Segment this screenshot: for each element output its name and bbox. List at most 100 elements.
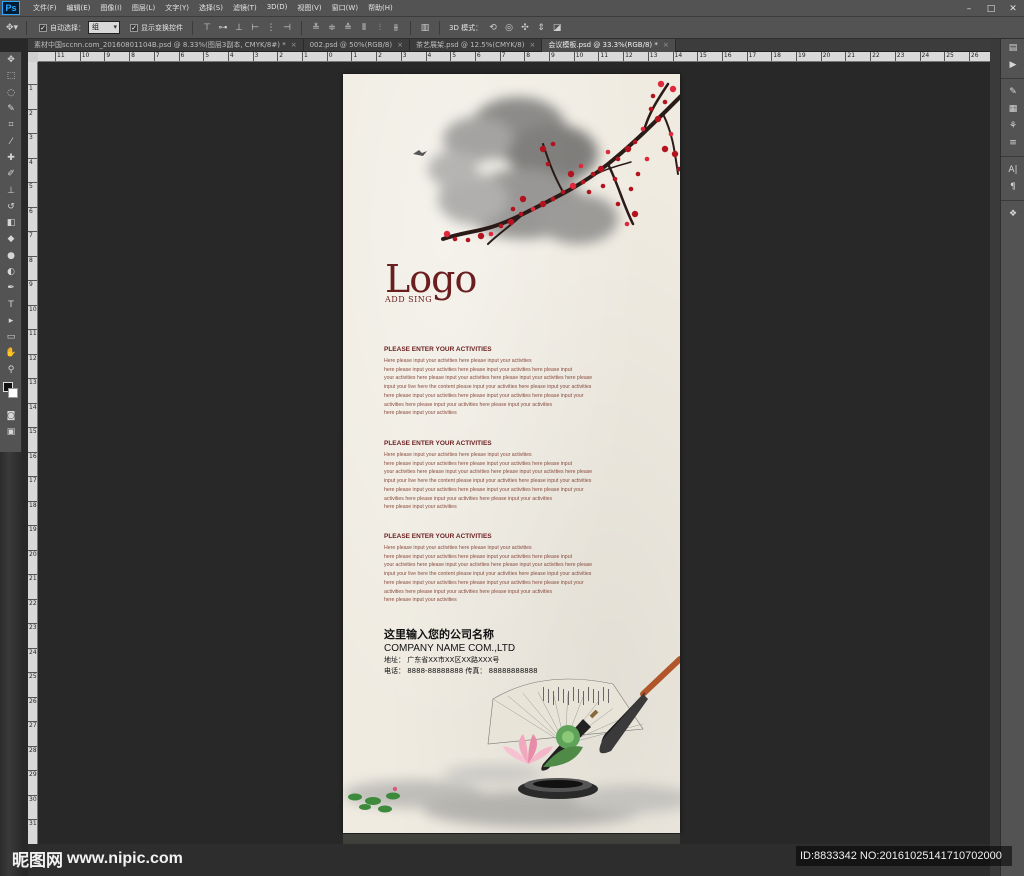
distribute-top-icon[interactable]: ≚ xyxy=(309,21,323,35)
menu-item[interactable]: 文件(F) xyxy=(28,3,62,13)
ruler-tick: 20 xyxy=(28,549,37,558)
section-body-line: activities here please input your activi… xyxy=(384,495,553,502)
distribute-right-icon[interactable]: ⫵ xyxy=(389,21,403,35)
3d-rotate-icon[interactable]: ⟲ xyxy=(486,21,500,35)
clone-stamp-tool-icon[interactable]: ⊥ xyxy=(0,182,22,198)
document-canvas[interactable]: Logo ADD SING PLEASE ENTER YOUR ACTIVITI… xyxy=(343,74,680,833)
history-brush-tool-icon[interactable]: ↺ xyxy=(0,199,22,215)
fan-calligraphy-mark xyxy=(548,689,549,703)
tab-close-icon[interactable]: × xyxy=(663,39,669,52)
menu-item[interactable]: 文字(Y) xyxy=(160,3,194,13)
ruler-tick: 22 xyxy=(28,598,37,607)
auto-select-dropdown[interactable]: 组 xyxy=(88,21,120,34)
section-title: PLEASE ENTER YOUR ACTIVITIES xyxy=(384,533,492,540)
background-color-swatch[interactable] xyxy=(8,387,18,398)
section-body-line: your activities here please input your a… xyxy=(384,562,593,569)
3d-slide-icon[interactable]: ⇕ xyxy=(534,21,548,35)
auto-select-checkbox[interactable]: ✓ xyxy=(39,23,47,32)
ruler-tick: 1 xyxy=(302,52,308,61)
ruler-tick: 10 xyxy=(79,52,89,61)
zoom-tool-icon[interactable]: ⚲ xyxy=(0,362,22,378)
healing-brush-tool-icon[interactable]: ✚ xyxy=(0,150,22,166)
pen-tool-icon[interactable]: ✒ xyxy=(0,280,22,296)
ruler-origin[interactable] xyxy=(28,52,38,62)
screen-mode-icon[interactable]: ▣ xyxy=(0,424,22,440)
dodge-tool-icon[interactable]: ◐ xyxy=(0,264,22,280)
distribute-vcenter-icon[interactable]: ≑ xyxy=(325,21,339,35)
horizontal-ruler[interactable]: 11 10 9 8 7 6 5 4 3 2 1 0 1 2 3 4 5 6 7 8 9 10 11 12 13 14 15 16 17 1… xyxy=(38,52,990,62)
blossom xyxy=(567,170,575,178)
clone-source-icon[interactable]: ⚘ xyxy=(1001,117,1024,134)
menu-item[interactable]: 图像(I) xyxy=(95,3,127,13)
close-button[interactable]: ✕ xyxy=(1002,0,1024,17)
align-right-icon[interactable]: ⊣ xyxy=(280,21,294,35)
ruler-tick: 22 xyxy=(870,52,880,61)
tab-close-icon[interactable]: × xyxy=(291,39,297,52)
lasso-tool-icon[interactable]: ◌ xyxy=(0,85,22,101)
marquee-tool-icon[interactable]: ⬚ xyxy=(0,68,22,84)
history-panel-icon[interactable]: ▤ xyxy=(1001,39,1024,56)
character-panel-icon[interactable]: A| xyxy=(1001,161,1024,178)
blossom xyxy=(657,80,665,88)
menu-item[interactable]: 编辑(E) xyxy=(62,3,96,13)
align-bottom-icon[interactable]: ⊥ xyxy=(232,21,246,35)
3d-scale-icon[interactable]: ◪ xyxy=(550,21,564,35)
adjust-panel-icon[interactable]: ≡ xyxy=(1001,134,1024,151)
distribute-bottom-icon[interactable]: ≙ xyxy=(341,21,355,35)
ruler-tick: 12 xyxy=(28,353,37,362)
ruler-tick: 30 xyxy=(28,794,37,803)
document-tab[interactable]: 茶艺展架.psd @ 12.5%(CMYK/8) × xyxy=(410,39,543,52)
brush-tool-icon[interactable]: ✐ xyxy=(0,166,22,182)
distribute-left-icon[interactable]: ⫴ xyxy=(357,21,371,35)
tab-close-icon[interactable]: × xyxy=(397,39,403,52)
ruler-tick: 18 xyxy=(771,52,781,61)
menu-item[interactable]: 帮助(H) xyxy=(363,3,398,13)
auto-align-icon[interactable]: ▥ xyxy=(418,21,432,35)
align-hcenter-icon[interactable]: ⋮ xyxy=(264,21,278,35)
document-tab[interactable]: 会议模板.psd @ 33.3%(RGB/8) * × xyxy=(542,39,676,52)
move-tool-icon[interactable]: ✥ xyxy=(0,52,22,68)
document-tab[interactable]: 002.psd @ 50%(RGB/8) × xyxy=(304,39,410,52)
menu-item[interactable]: 图层(L) xyxy=(127,3,160,13)
menu-item[interactable]: 3D(D) xyxy=(262,3,293,13)
ruler-tick: 15 xyxy=(28,427,37,435)
brush-panel-icon[interactable]: ✎ xyxy=(1001,83,1024,100)
canvas-workspace[interactable]: Logo ADD SING PLEASE ENTER YOUR ACTIVITI… xyxy=(38,62,990,844)
tab-close-icon[interactable]: × xyxy=(529,39,535,52)
align-top-icon[interactable]: ⊤ xyxy=(200,21,214,35)
ruler-tick: 2 xyxy=(277,52,283,61)
actions-panel-icon[interactable]: ▶ xyxy=(1001,56,1024,73)
brush-presets-icon[interactable]: ▦ xyxy=(1001,100,1024,117)
menu-item[interactable]: 选择(S) xyxy=(194,3,228,13)
path-select-tool-icon[interactable]: ▸ xyxy=(0,313,22,329)
eyedropper-tool-icon[interactable]: ⁄ xyxy=(0,133,22,149)
move-tool-preset-icon[interactable]: ✥▾ xyxy=(5,21,19,35)
ruler-tick: 19 xyxy=(28,525,37,533)
menu-item[interactable]: 窗口(W) xyxy=(327,3,363,13)
vertical-ruler[interactable]: 1 2 3 4 5 6 7 8 9 10 11 12 13 14 15 16 17 18 19 20 21 22 23 24 2… xyxy=(28,62,38,844)
crop-tool-icon[interactable]: ⌗ xyxy=(0,117,22,133)
paragraph-panel-icon[interactable]: ¶ xyxy=(1001,178,1024,195)
paint-bucket-tool-icon[interactable]: ◆ xyxy=(0,231,22,247)
menu-item[interactable]: 滤镜(T) xyxy=(228,3,262,13)
distribute-hcenter-icon[interactable]: ⫶ xyxy=(373,21,387,35)
menu-item[interactable]: 视图(V) xyxy=(292,3,326,13)
maximize-button[interactable]: □ xyxy=(980,0,1002,17)
blur-tool-icon[interactable]: ● xyxy=(0,248,22,264)
blossom xyxy=(612,176,618,182)
3d-pan-icon[interactable]: ✣ xyxy=(518,21,532,35)
3d-roll-icon[interactable]: ◎ xyxy=(502,21,516,35)
hand-tool-icon[interactable]: ✋ xyxy=(0,345,22,361)
3d-panel-icon[interactable]: ❖ xyxy=(1001,205,1024,222)
type-tool-icon[interactable]: T xyxy=(0,296,22,312)
quick-mask-icon[interactable]: ◙ xyxy=(0,408,22,424)
quick-select-tool-icon[interactable]: ✎ xyxy=(0,101,22,117)
show-transform-checkbox[interactable]: ✓ xyxy=(130,23,138,32)
eraser-tool-icon[interactable]: ◧ xyxy=(0,215,22,231)
document-tab[interactable]: 素材中国sccnn.com_20160801104B.psd @ 8.33%(图… xyxy=(28,39,304,52)
section-body-line: input your live here the content please … xyxy=(384,571,592,578)
minimize-button[interactable]: – xyxy=(958,0,980,17)
align-vcenter-icon[interactable]: ⊶ xyxy=(216,21,230,35)
align-left-icon[interactable]: ⊢ xyxy=(248,21,262,35)
shape-tool-icon[interactable]: ▭ xyxy=(0,329,22,345)
